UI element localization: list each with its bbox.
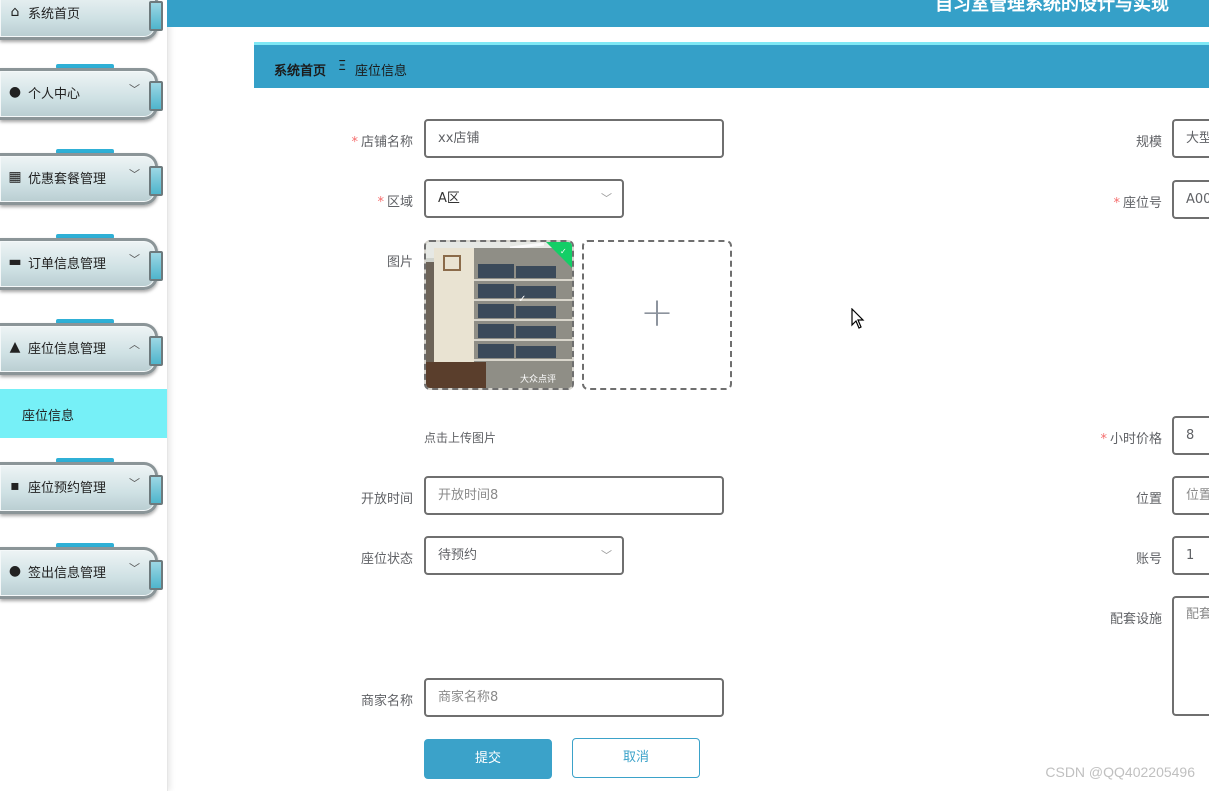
facilities-label: 配套设施 (1109, 612, 1162, 627)
chevron-down-icon: ﹀ (129, 477, 140, 490)
seat-status-label: 座位状态 (360, 552, 413, 567)
sidebar-item-home[interactable]: ⌂ 系统首页 (0, 0, 163, 42)
upload-image-button[interactable]: + (582, 240, 732, 390)
open-time-label: 开放时间 (360, 492, 413, 507)
area-label: * 区域 (377, 195, 413, 210)
app-title: 自习室管理系统的设计与实现 (935, 0, 1169, 15)
image-label: 图片 (386, 255, 413, 270)
seat-no-input[interactable]: A001 (1172, 180, 1209, 219)
submit-button[interactable]: 提交 (424, 739, 552, 779)
scale-label: 规模 (1135, 135, 1162, 150)
top-header: 自习室管理系统的设计与实现 (167, 0, 1209, 27)
upload-hint: 点击上传图片 (424, 431, 497, 445)
scale-input[interactable]: 大型 (1172, 119, 1209, 158)
merchant-name-label: 商家名称 (360, 694, 413, 709)
sidebar-item-seat-management[interactable]: ▲ 座位信息管理 ︿ (0, 319, 163, 377)
cancel-button[interactable]: 取消 (572, 738, 700, 778)
svg-text:大众点评: 大众点评 (520, 373, 556, 385)
shop-name-input[interactable]: xx店铺 (424, 119, 724, 158)
chat-icon: ▪ (10, 478, 20, 494)
user-icon: ● (8, 563, 22, 579)
chevron-down-icon: ﹀ (129, 253, 140, 266)
shop-name-label: * 店铺名称 (351, 135, 413, 150)
merchant-name-input[interactable]: 商家名称8 (424, 678, 724, 717)
position-label: 位置 (1135, 492, 1162, 507)
area-select[interactable]: A区 ﹀ (424, 179, 624, 218)
pin-icon: ▬ (8, 254, 22, 270)
svg-text:✓: ✓ (518, 294, 526, 305)
mouse-cursor-icon (851, 308, 865, 329)
hour-price-label: * 小时价格 (1100, 432, 1162, 447)
plus-icon: + (640, 290, 674, 336)
sidebar-item-personal-center[interactable]: ● 个人中心 ﹀ (0, 64, 163, 122)
breadcrumb-current: 座位信息 (355, 64, 408, 79)
uploaded-image[interactable]: ✓ ✓ 大众点评 (424, 240, 574, 390)
sidebar-item-checkout-management[interactable]: ● 签出信息管理 ﹀ (0, 543, 163, 601)
hour-price-input[interactable]: 8 (1172, 416, 1209, 455)
bookshelf-photo: ✓ ✓ 大众点评 (426, 242, 572, 388)
account-label: 账号 (1135, 552, 1162, 567)
breadcrumb-home[interactable]: 系统首页 (274, 60, 326, 79)
sidebar: ⌂ 系统首页 ● 个人中心 ﹀ ▦ 优惠套餐管理 ﹀ ▬ 订单信息管理 ﹀ ▲ … (0, 0, 168, 791)
chevron-up-icon: ︿ (129, 338, 140, 351)
csdn-watermark: CSDN @QQ402205496 (1045, 764, 1195, 780)
seat-status-select[interactable]: 待预约 ﹀ (424, 536, 624, 575)
sidebar-item-package-management[interactable]: ▦ 优惠套餐管理 ﹀ (0, 149, 163, 207)
chevron-down-icon: ﹀ (129, 562, 140, 575)
sidebar-item-label: 订单信息管理 (28, 257, 107, 272)
svg-text:✓: ✓ (560, 247, 567, 256)
chevron-down-icon: ﹀ (129, 168, 140, 181)
open-time-input[interactable]: 开放时间8 (424, 476, 724, 515)
seat-icon: ▲ (9, 339, 21, 355)
grid-icon: ▦ (8, 169, 22, 185)
sidebar-item-label: 个人中心 (28, 87, 81, 102)
breadcrumb: 系统首页 Ξ 座位信息 (254, 42, 1209, 88)
chevron-down-icon: ﹀ (129, 83, 140, 96)
account-input[interactable]: 1 (1172, 536, 1209, 575)
breadcrumb-separator-icon: Ξ (338, 59, 347, 74)
sidebar-item-label: 座位预约管理 (28, 481, 107, 496)
sidebar-item-order-management[interactable]: ▬ 订单信息管理 ﹀ (0, 234, 163, 292)
submenu-item-seat-info[interactable]: 座位信息 (0, 389, 167, 438)
chevron-down-icon: ﹀ (601, 549, 612, 562)
sidebar-item-label: 优惠套餐管理 (28, 172, 107, 187)
seat-no-label: * 座位号 (1113, 196, 1162, 211)
chevron-down-icon: ﹀ (601, 192, 612, 205)
submenu-item-label: 座位信息 (22, 409, 75, 424)
sidebar-item-label: 座位信息管理 (28, 342, 107, 357)
home-icon: ⌂ (10, 4, 20, 20)
sidebar-item-label: 签出信息管理 (28, 566, 107, 581)
position-input[interactable]: 位置8 (1172, 476, 1209, 515)
sidebar-item-reservation-management[interactable]: ▪ 座位预约管理 ﹀ (0, 458, 163, 516)
user-icon: ● (8, 84, 22, 100)
facilities-textarea[interactable]: 配套设施8 (1172, 596, 1209, 716)
sidebar-item-label: 系统首页 (28, 7, 81, 22)
